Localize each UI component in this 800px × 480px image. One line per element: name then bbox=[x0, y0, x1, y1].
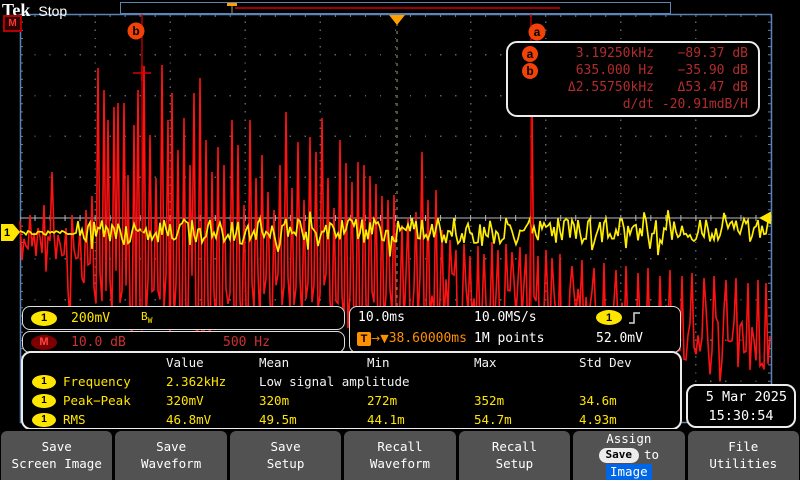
measurement-name: Peak−Peak bbox=[63, 393, 131, 408]
trigger-slope-rising-icon bbox=[628, 310, 642, 326]
header-stddev: Std Dev bbox=[579, 355, 680, 370]
arrow-right-icon: → bbox=[371, 332, 380, 345]
rms-min: 44.1m bbox=[367, 412, 474, 427]
measurement-name: Frequency bbox=[63, 374, 131, 389]
cursor-ddt-row: d/dt -20.91mdB/H bbox=[508, 96, 758, 113]
cursor-delta-frequency: Δ2.55750kHz bbox=[538, 80, 654, 95]
header-min: Min bbox=[367, 355, 474, 370]
cursor-b-amplitude: −35.90 dB bbox=[654, 63, 758, 78]
trigger-level: 52.0mV bbox=[596, 331, 643, 346]
cursor-b-row: b 635.000 Hz −35.90 dB bbox=[508, 62, 758, 79]
cursor-ddt-label: d/dt bbox=[538, 97, 654, 112]
measurement-row-rms: 1 RMS 46.8mV 49.5m 44.1m 54.7m 4.93m bbox=[23, 410, 680, 429]
cursor-a-frequency: 3.19250kHz bbox=[538, 46, 654, 61]
acquisition-status: Stop bbox=[38, 3, 67, 19]
header-value: Value bbox=[166, 355, 259, 370]
rms-max: 54.7m bbox=[474, 412, 579, 427]
math-reference-badge: M bbox=[3, 15, 22, 32]
frequency-value: 2.362kHz bbox=[166, 374, 259, 389]
header-mean: Mean bbox=[259, 355, 367, 370]
timebase-readout: 10.0ms 10.0MS/s 1 T → ▼ 38.60000ms 1M po… bbox=[349, 306, 681, 353]
trigger-delay-time: 38.60000ms bbox=[389, 331, 467, 346]
assign-target-image: Image bbox=[606, 464, 652, 480]
rms-mean: 49.5m bbox=[259, 412, 367, 427]
cursor-a-amplitude: −89.37 dB bbox=[654, 46, 758, 61]
screen-header: TekStop bbox=[2, 0, 67, 16]
source-badge: 1 bbox=[32, 413, 56, 427]
cursor-readout-box: a 3.19250kHz −89.37 dB b 635.000 Hz −35.… bbox=[506, 41, 760, 117]
header-max: Max bbox=[474, 355, 579, 370]
math-channel-badge: M bbox=[31, 335, 57, 350]
peakpeak-min: 272m bbox=[367, 393, 474, 408]
channel1-scale: 200mV bbox=[71, 311, 110, 326]
cursor-b-badge: b bbox=[522, 63, 538, 79]
peakpeak-value: 320mV bbox=[166, 393, 259, 408]
cursor-b-frequency: 635.000 Hz bbox=[538, 63, 654, 78]
measurement-header-row: Value Mean Min Max Std Dev bbox=[23, 353, 680, 372]
softkey-menu-bar: SaveScreen Image SaveWaveform SaveSetup … bbox=[0, 429, 800, 480]
recall-setup-button[interactable]: RecallSetup bbox=[459, 431, 570, 480]
save-pill: Save bbox=[599, 448, 640, 462]
channel1-readout[interactable]: 1 200mV BW bbox=[22, 306, 345, 330]
svg-text:a: a bbox=[534, 25, 541, 39]
time-display: 15:30:54 bbox=[688, 407, 794, 426]
cursor-a-badge: a bbox=[522, 46, 538, 62]
save-setup-button[interactable]: SaveSetup bbox=[230, 431, 341, 480]
cursor-delta-row: Δ2.55750kHz Δ53.47 dB bbox=[508, 79, 758, 96]
svg-text:1: 1 bbox=[4, 227, 10, 239]
arrow-down-icon: ▼ bbox=[380, 332, 388, 345]
cursor-a-row: a 3.19250kHz −89.37 dB bbox=[508, 45, 758, 62]
sample-rate: 10.0MS/s bbox=[474, 310, 537, 325]
oscilloscope-screen: { "header": { "logo": "Tek", "acq_status… bbox=[0, 0, 800, 480]
svg-text:b: b bbox=[132, 24, 139, 38]
date-display: 5 Mar 2025 bbox=[688, 388, 794, 407]
save-waveform-button[interactable]: SaveWaveform bbox=[115, 431, 226, 480]
recall-waveform-button[interactable]: RecallWaveform bbox=[344, 431, 455, 480]
math-scale: 10.0 dB bbox=[71, 335, 126, 350]
trigger-position-icon: T bbox=[357, 332, 371, 346]
save-screen-image-button[interactable]: SaveScreen Image bbox=[1, 431, 112, 480]
rms-value: 46.8mV bbox=[166, 412, 259, 427]
record-length: 1M points bbox=[474, 331, 544, 346]
trigger-source-badge: 1 bbox=[596, 310, 622, 325]
channel1-badge: 1 bbox=[31, 311, 57, 326]
measurement-name: RMS bbox=[63, 412, 86, 427]
peakpeak-max: 352m bbox=[474, 393, 579, 408]
source-badge: 1 bbox=[32, 394, 56, 408]
assign-save-button[interactable]: Assign Saveto Image bbox=[573, 431, 684, 480]
math-frequency-span: 500 Hz bbox=[223, 335, 270, 350]
math-readout[interactable]: M 10.0 dB 500 Hz bbox=[22, 331, 345, 353]
cursor-ddt-badge bbox=[522, 97, 538, 113]
low-signal-note: Low signal amplitude bbox=[259, 374, 579, 389]
measurement-row-peakpeak: 1 Peak−Peak 320mV 320m 272m 352m 34.6m bbox=[23, 391, 680, 410]
datetime-box: 5 Mar 2025 15:30:54 bbox=[686, 384, 796, 428]
cursor-ddt-value: -20.91mdB/H bbox=[654, 97, 758, 112]
file-utilities-button[interactable]: FileUtilities bbox=[688, 431, 799, 480]
source-badge: 1 bbox=[32, 375, 56, 389]
peakpeak-mean: 320m bbox=[259, 393, 367, 408]
bandwidth-limit-icon: BW bbox=[141, 310, 152, 325]
cursor-delta-badge bbox=[522, 80, 538, 96]
measurement-table: Value Mean Min Max Std Dev 1 Frequency 2.… bbox=[21, 351, 682, 430]
peakpeak-std: 34.6m bbox=[579, 393, 680, 408]
cursor-delta-amplitude: Δ53.47 dB bbox=[654, 80, 758, 95]
measurement-row-frequency: 1 Frequency 2.362kHz Low signal amplitude bbox=[23, 372, 680, 391]
time-per-division: 10.0ms bbox=[358, 310, 405, 325]
rms-std: 4.93m bbox=[579, 412, 680, 427]
